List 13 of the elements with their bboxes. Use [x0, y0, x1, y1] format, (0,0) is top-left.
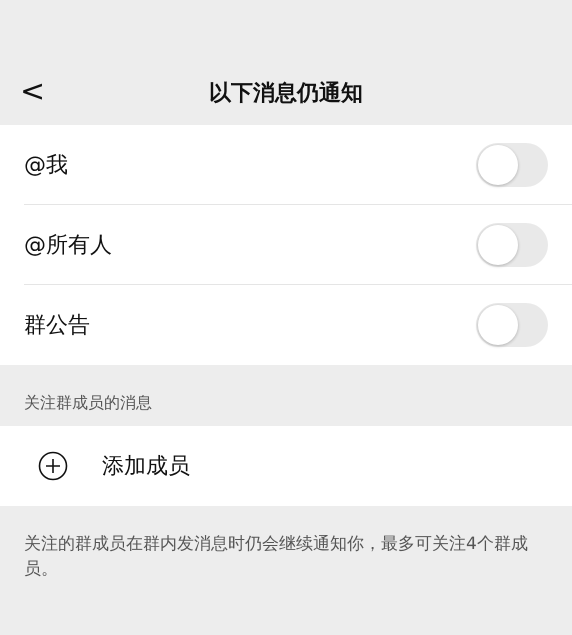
footnote-text: 关注的群成员在群内发消息时仍会继续通知你，最多可关注4个群成员。	[23, 533, 529, 581]
add-member-label: 添加成员	[102, 453, 190, 481]
toggle-switch[interactable]	[476, 222, 548, 266]
add-member-row[interactable]: 添加成员	[0, 426, 572, 506]
setting-label: @所有人	[24, 232, 112, 260]
page-title: 以下消息仍通知	[209, 80, 363, 108]
toggle-switch[interactable]	[476, 303, 548, 347]
back-button[interactable]: <	[14, 74, 52, 110]
setting-label: 群公告	[24, 312, 90, 340]
plus-circle-icon	[38, 451, 68, 481]
toggle-switch[interactable]	[476, 142, 548, 186]
setting-label: @我	[24, 152, 68, 180]
section-title: 关注群成员的消息	[23, 392, 153, 414]
